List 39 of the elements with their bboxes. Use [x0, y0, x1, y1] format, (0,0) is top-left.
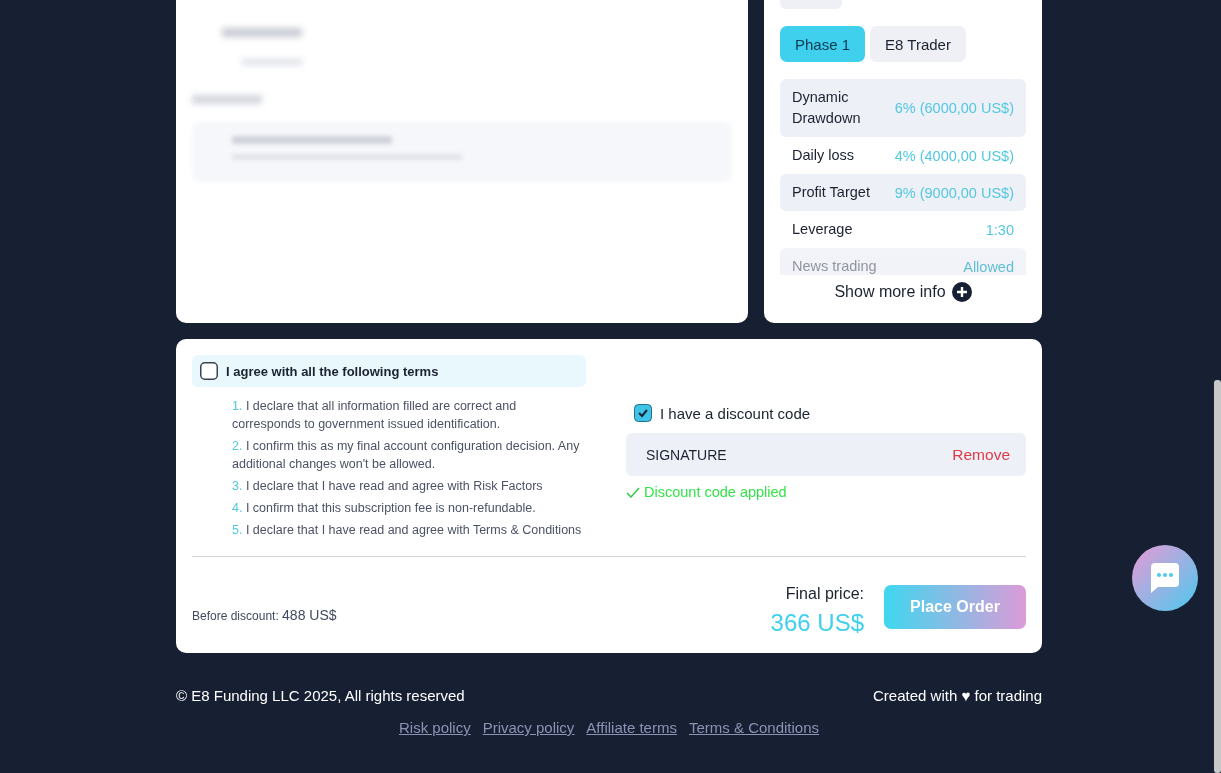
spec-value: Allowed [963, 258, 1014, 275]
scrollbar-thumb[interactable] [1214, 380, 1221, 773]
final-price: 366 US$ [770, 609, 864, 637]
chat-button[interactable] [1132, 545, 1198, 611]
term-item: 2. I confirm this as my final account configuration decision. Any additional changes won't be allowed. [232, 438, 581, 473]
footer-link[interactable]: Terms & Conditions [688, 719, 819, 736]
term-item: 3. I declare that I have read and agree with Risk Factors [232, 478, 544, 495]
footer-link[interactable]: Risk policy [398, 719, 471, 736]
spec-label: Daily loss [792, 146, 855, 165]
term-item: 5. I declare that I have read and agree with Terms & Conditions [232, 522, 583, 539]
copyright-text: © E8 Funding LLC 2025, All rights reserved [176, 687, 465, 704]
check-icon [626, 486, 640, 498]
spec-value: 9% (9000,00 US$) [894, 184, 1014, 201]
agree-label: I agree with all the following terms [226, 363, 439, 379]
spec-label: Profit Target [792, 183, 870, 202]
spec-value: 6% (6000,00 US$) [894, 100, 1014, 116]
final-price-label: Final price: [784, 585, 864, 603]
checkbox[interactable] [634, 404, 652, 422]
before-discount-price: Before discount: 488 US$ [192, 607, 337, 623]
plus-icon [951, 282, 972, 302]
term-item: 1. I declare that all information filled are correct and corresponds to government issued identification. [232, 398, 518, 433]
success-message: Discount code applied [644, 484, 787, 500]
remove-button[interactable]: Remove [952, 445, 1010, 464]
spec-value: 4% (4000,00 US$) [894, 147, 1014, 164]
show-more-link[interactable]: Show more info [780, 282, 1026, 302]
plan-tab[interactable]: E8 Trader [870, 26, 966, 62]
tagline: Created with ♥ for trading [873, 687, 1042, 704]
spec-label: Leverage [792, 220, 853, 239]
spec-label: Dynamic Drawdown [792, 88, 862, 128]
spec-value: 1:30 [985, 221, 1014, 238]
discount-label: I have a discount code [660, 404, 811, 422]
plan-tab[interactable]: Phase 1 [780, 26, 866, 62]
term-item: 4. I confirm that this subscription fee is non-refundable. [232, 500, 537, 517]
checkbox[interactable] [200, 362, 218, 380]
code-field[interactable]: SIGNATURE Remove [626, 433, 1026, 476]
blurred-block [192, 95, 262, 104]
footer-link[interactable]: Affiliate terms [586, 719, 677, 736]
spec-label: News trading [792, 257, 877, 275]
footer-link[interactable]: Privacy policy [482, 719, 575, 736]
